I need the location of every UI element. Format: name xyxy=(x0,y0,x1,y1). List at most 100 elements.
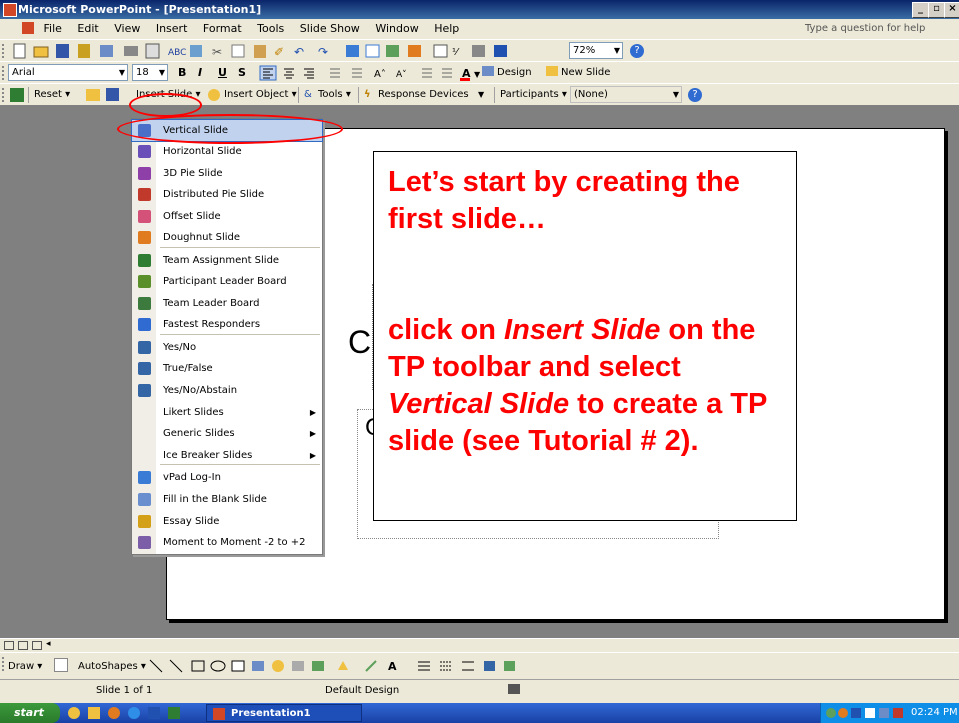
chevron-down-icon: ▼ xyxy=(118,68,125,77)
new-slide-button[interactable]: New Slide xyxy=(546,65,610,81)
font-color-icon: A xyxy=(388,660,397,673)
autoshapes-button[interactable]: AutoShapes ▾ xyxy=(78,659,146,675)
start-button[interactable]: start xyxy=(0,703,60,723)
firefox-icon xyxy=(108,707,120,719)
line-icon xyxy=(149,659,163,673)
pencil-icon xyxy=(138,493,151,506)
save-icon[interactable] xyxy=(106,88,119,101)
taskbar-presentation1[interactable]: Presentation1 xyxy=(206,704,362,722)
menu-item-essay-slide[interactable]: Essay Slide xyxy=(132,511,322,532)
shadow-button[interactable]: S xyxy=(238,65,246,81)
font-combo[interactable]: Arial ▼ xyxy=(8,64,128,81)
response-devices-button[interactable]: Response Devices xyxy=(378,87,469,103)
lightning-icon: ϟ xyxy=(364,89,371,100)
menu-item-ice-breaker-slides[interactable]: Ice Breaker Slides ▶ xyxy=(132,445,322,466)
menu-item-generic-slides[interactable]: Generic Slides ▶ xyxy=(132,423,322,444)
menu-slide-show[interactable]: Slide Show xyxy=(300,19,360,39)
menu-item-offset-slide[interactable]: Offset Slide xyxy=(132,206,322,227)
clip-art-icon xyxy=(292,661,304,671)
menu-edit[interactable]: Edit xyxy=(77,19,98,39)
menu-item-label: Yes/No xyxy=(163,342,197,353)
participants-button[interactable]: Participants ▾ xyxy=(500,87,567,103)
increase-indent-icon xyxy=(442,68,452,78)
menu-separator xyxy=(160,247,320,248)
help-search-input[interactable]: Type a question for help xyxy=(805,21,955,37)
menu-item-3d-pie-slide[interactable]: 3D Pie Slide xyxy=(132,163,322,184)
participants-combo[interactable]: (None) ▼ xyxy=(570,86,682,103)
toolbar-grip[interactable] xyxy=(2,66,7,80)
menu-item-likert-slides[interactable]: Likert Slides ▶ xyxy=(132,402,322,423)
minimize-button[interactable]: _ xyxy=(912,2,929,18)
select-objects-icon[interactable] xyxy=(54,658,68,672)
help-icon[interactable]: ? xyxy=(630,44,644,58)
menu-item-participant-leader-board[interactable]: Participant Leader Board xyxy=(132,271,322,292)
italic-button[interactable]: I xyxy=(198,65,202,81)
toolbar-grip[interactable] xyxy=(2,88,7,102)
menu-view[interactable]: View xyxy=(114,19,140,39)
zoom-combo[interactable]: 72% ▼ xyxy=(569,42,623,59)
view-icons[interactable]: ⅟ xyxy=(432,43,542,59)
menu-item-vpad-log-in[interactable]: vPad Log-In xyxy=(132,467,322,488)
menu-item-doughnut-slide[interactable]: Doughnut Slide xyxy=(132,227,322,248)
close-button[interactable]: × xyxy=(944,2,959,18)
menu-item-fastest-responders[interactable]: Fastest Responders xyxy=(132,314,322,335)
menu-item-label: Offset Slide xyxy=(163,211,221,222)
open-folder-icon[interactable] xyxy=(86,89,100,101)
turningpoint-icon[interactable] xyxy=(10,88,24,102)
arrow-style-icon xyxy=(462,661,474,671)
diagram-icon xyxy=(272,660,284,672)
toolbar-grip[interactable] xyxy=(2,657,7,671)
tools-button[interactable]: Tools ▾ xyxy=(318,87,351,103)
menu-item-yes-no[interactable]: Yes/No xyxy=(132,337,322,358)
menu-item-label: Participant Leader Board xyxy=(163,276,287,287)
paragraph-icons[interactable]: A˄ A˅ A ▼ xyxy=(258,65,588,81)
insert-object-button[interactable]: Insert Object ▾ xyxy=(224,87,297,103)
status-bar: Slide 1 of 1 Default Design xyxy=(0,679,959,703)
browser-icon xyxy=(68,707,80,719)
menu-item-moment-to-moment-2-to-2[interactable]: Moment to Moment -2 to +2 xyxy=(132,532,322,553)
menu-help[interactable]: Help xyxy=(434,19,459,39)
font-size-combo[interactable]: 18 ▼ xyxy=(132,64,168,81)
help-icon[interactable]: ? xyxy=(688,88,702,102)
design-button[interactable]: Design xyxy=(482,65,532,81)
slide-sorter-icon[interactable] xyxy=(18,641,28,650)
menu-item-fill-in-the-blank-slide[interactable]: Fill in the Blank Slide xyxy=(132,489,322,510)
drawing-tool-icons[interactable]: A xyxy=(148,658,558,674)
fill-color-icon xyxy=(338,661,348,670)
menu-item-label: Ice Breaker Slides xyxy=(163,450,253,461)
quick-launch-icons[interactable] xyxy=(66,705,196,721)
bold-button[interactable]: B xyxy=(178,65,186,81)
toolbar-grip[interactable] xyxy=(2,44,7,58)
menu-window[interactable]: Window xyxy=(375,19,418,39)
insert-object-icon xyxy=(208,89,220,101)
normal-view-icon[interactable] xyxy=(4,641,14,650)
chevron-down-icon[interactable]: ▼ xyxy=(478,87,484,103)
menu-insert[interactable]: Insert xyxy=(156,19,188,39)
menu-item-horizontal-slide[interactable]: Horizontal Slide xyxy=(132,141,322,162)
restore-button[interactable]: ▫ xyxy=(928,2,945,18)
menu-tools[interactable]: Tools xyxy=(257,19,284,39)
menu-item-team-assignment-slide[interactable]: Team Assignment Slide xyxy=(132,250,322,271)
insert-slide-highlight xyxy=(129,93,202,117)
oval-icon xyxy=(210,660,226,672)
underline-button[interactable]: U xyxy=(218,65,227,81)
standard-toolbar-icons[interactable]: ABC ✂ ✐ ↶ ↷ xyxy=(12,43,432,59)
menu-item-yes-no-abstain[interactable]: Yes/No/Abstain xyxy=(132,380,322,401)
insert-slide-menu: Vertical Slide Horizontal Slide 3D Pie Sli… xyxy=(131,118,323,555)
reset-button[interactable]: Reset ▾ xyxy=(34,87,70,103)
menu-item-distributed-pie-slide[interactable]: Distributed Pie Slide xyxy=(132,184,322,205)
font-color-bar xyxy=(460,78,470,81)
bullets-icon xyxy=(352,68,362,78)
menu-item-true-false[interactable]: True/False xyxy=(132,358,322,379)
submenu-arrow-icon: ▶ xyxy=(309,408,316,417)
tray-icons[interactable] xyxy=(825,706,905,720)
menu-format[interactable]: Format xyxy=(203,19,242,39)
scroll-left-icon[interactable]: ◂ xyxy=(46,639,51,649)
menu-item-label: vPad Log-In xyxy=(163,472,221,483)
slide-show-icon[interactable] xyxy=(32,641,42,650)
menu-file[interactable]: File xyxy=(44,19,62,39)
menu-item-team-leader-board[interactable]: Team Leader Board xyxy=(132,293,322,314)
document-icon[interactable] xyxy=(22,22,34,34)
menu-item-label: Fill in the Blank Slide xyxy=(163,494,267,505)
draw-menu-button[interactable]: Draw ▾ xyxy=(8,659,42,675)
